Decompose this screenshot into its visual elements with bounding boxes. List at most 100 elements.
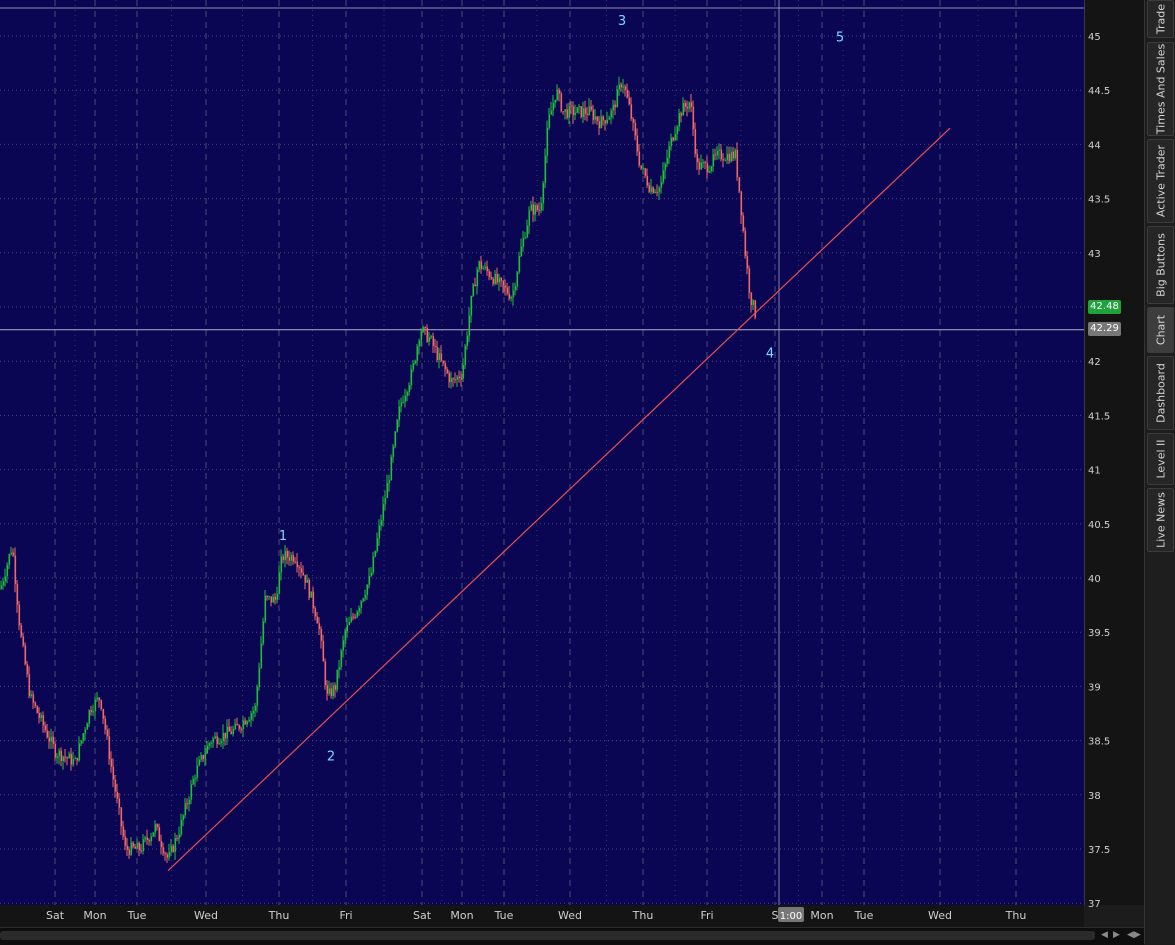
candle-body [556, 89, 559, 100]
candle-body [740, 191, 743, 216]
candle-body [560, 93, 563, 112]
y-tick-label: 37.5 [1088, 845, 1110, 856]
tab-chart[interactable]: Chart [1147, 307, 1174, 353]
candle-body [574, 112, 577, 116]
candle-body [542, 183, 545, 204]
candle-body [98, 697, 101, 701]
tab-label: Active Trader [1154, 144, 1167, 218]
candle-body [744, 230, 747, 257]
candle-body [246, 721, 249, 725]
candle-body [322, 640, 325, 662]
candle-body [590, 106, 593, 110]
x-tick-label: Tue [854, 909, 874, 922]
candle-body [694, 129, 697, 154]
candle-body [154, 824, 157, 833]
candle-body [514, 286, 517, 291]
candle-body [140, 850, 143, 852]
candle-body [300, 568, 303, 573]
candle-body [212, 738, 215, 743]
candle-body [14, 555, 17, 584]
candle-body [88, 710, 91, 724]
candle-body [624, 86, 627, 90]
candle-body [392, 446, 395, 457]
candle-body [144, 837, 147, 840]
x-tick-label: Fri [339, 909, 352, 922]
candle-body [342, 640, 345, 651]
wave-label-4: 4 [766, 347, 774, 362]
candle-body [6, 564, 9, 577]
wave-label-1: 1 [279, 529, 287, 544]
candle-body [184, 803, 187, 816]
candle-body [684, 103, 687, 107]
candle-body [686, 106, 689, 109]
tab-dashboard[interactable]: Dashboard [1147, 356, 1174, 430]
candle-body [732, 151, 735, 159]
candle-body [78, 743, 81, 761]
candle-body [20, 625, 23, 637]
candle-body [472, 284, 475, 296]
candle-body [258, 667, 261, 687]
candle-body [638, 151, 641, 166]
candle-body [728, 153, 731, 162]
candle-body [32, 694, 35, 703]
candle-body [626, 89, 629, 98]
candle-body [636, 135, 639, 152]
tab-trade[interactable]: Trade [1147, 0, 1174, 38]
candle-body [238, 725, 241, 729]
candle-body [546, 127, 549, 156]
candle-body [716, 150, 719, 156]
candle-body [18, 604, 21, 626]
candle-body [408, 385, 411, 393]
candle-body [288, 557, 291, 561]
x-tick-label: Tue [127, 909, 147, 922]
candle-body [534, 205, 537, 215]
candle-body [460, 377, 463, 379]
candle-body [294, 561, 297, 563]
candle-body [660, 182, 663, 188]
candle-body [264, 596, 267, 622]
candle-body [714, 154, 717, 156]
candle-body [588, 106, 591, 115]
candle-body [198, 759, 201, 766]
candle-body [454, 379, 457, 381]
candle-body [754, 300, 757, 318]
candle-body [432, 336, 435, 346]
candle-body [362, 598, 365, 601]
candle-body [498, 277, 501, 283]
candle-body [476, 269, 479, 287]
tab-live-news[interactable]: Live News [1147, 488, 1174, 552]
candle-body [308, 579, 311, 598]
tab-level-ii[interactable]: Level II [1147, 433, 1174, 485]
candle-body [178, 834, 181, 839]
candle-body [60, 750, 63, 762]
candle-body [400, 402, 403, 407]
candle-body [68, 753, 71, 759]
candle-body [208, 743, 211, 746]
candle-body [104, 718, 107, 730]
candle-body [576, 107, 579, 113]
candle-body [508, 293, 511, 299]
candle-body [214, 736, 217, 739]
candle-body [110, 759, 113, 767]
candle-body [266, 596, 269, 598]
candle-body [516, 272, 519, 287]
wave-label-2: 2 [327, 750, 335, 765]
candle-body [418, 340, 421, 347]
candle-body [382, 504, 385, 521]
candle-body [720, 149, 723, 160]
tab-big-buttons[interactable]: Big Buttons [1147, 226, 1174, 304]
candle-body [218, 743, 221, 745]
candle-body [30, 694, 33, 697]
tab-times-and-sales[interactable]: Times And Sales [1147, 42, 1174, 136]
candle-body [470, 295, 473, 316]
candle-body [182, 815, 185, 820]
candle-body [356, 611, 359, 618]
candle-body [190, 784, 193, 800]
tab-active-trader[interactable]: Active Trader [1147, 139, 1174, 223]
candle-body [552, 102, 555, 111]
candle-body [156, 824, 159, 828]
candle-body [736, 149, 739, 178]
candle-body [256, 686, 259, 706]
candle-body [462, 365, 465, 379]
y-tick-label: 44.5 [1088, 86, 1110, 97]
